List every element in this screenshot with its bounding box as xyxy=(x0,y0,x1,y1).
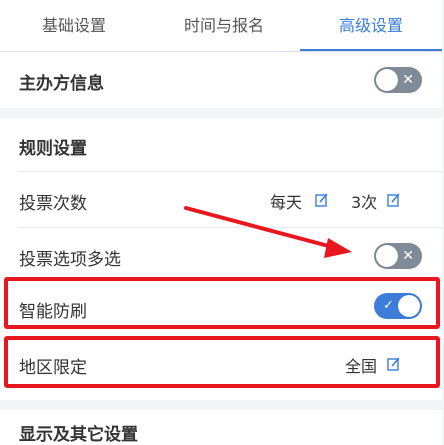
vote-times-value[interactable]: 3次 xyxy=(351,189,377,213)
close-icon: ✕ xyxy=(402,72,414,88)
organizer-info-toggle[interactable]: ✕ xyxy=(374,67,422,93)
rules-section-title: 规则设置 xyxy=(19,139,87,159)
close-icon: ✕ xyxy=(402,248,414,264)
vote-count-label: 投票次数 xyxy=(19,194,87,214)
region-label: 地区限定 xyxy=(19,358,87,378)
toggle-knob xyxy=(376,245,398,267)
vote-period-value[interactable]: 每天 xyxy=(270,189,302,213)
divider xyxy=(19,171,442,172)
tab-time-and-registration[interactable]: 时间与报名 xyxy=(148,0,300,51)
tab-advanced-settings[interactable]: 高级设置 xyxy=(300,0,442,51)
region-value[interactable]: 全国 xyxy=(345,353,377,377)
active-tab-indicator xyxy=(300,49,442,51)
divider xyxy=(19,227,442,228)
anti-spam-toggle[interactable]: ✓ xyxy=(374,293,422,319)
section-gap xyxy=(0,400,442,410)
organizer-info-label: 主办方信息 xyxy=(19,74,104,94)
toggle-knob xyxy=(376,69,398,91)
toggle-knob xyxy=(398,295,420,317)
edit-icon[interactable] xyxy=(387,193,401,207)
tab-bar: 基础设置 时间与报名 高级设置 xyxy=(0,0,442,52)
edit-icon[interactable] xyxy=(387,357,401,371)
multi-select-label: 投票选项多选 xyxy=(19,250,121,270)
anti-spam-label: 智能防刷 xyxy=(19,302,87,322)
divider xyxy=(19,280,442,281)
edit-icon[interactable] xyxy=(315,193,329,207)
display-section-title: 显示及其它设置 xyxy=(19,425,138,445)
divider xyxy=(19,339,442,340)
multi-select-toggle[interactable]: ✕ xyxy=(374,243,422,269)
rules-section: 规则设置 投票次数 每天 3次 投票选项多选 ✕ 智能防刷 ✓ 地区限定 全国 xyxy=(0,118,442,400)
section-gap xyxy=(0,108,442,118)
display-section: 显示及其它设置 xyxy=(0,410,442,445)
check-icon: ✓ xyxy=(383,298,394,313)
advanced-settings-panel: 基础设置 时间与报名 高级设置 主办方信息 ✕ 规则设置 投票次数 每天 3次 … xyxy=(0,0,442,445)
tab-basic-settings[interactable]: 基础设置 xyxy=(0,0,148,51)
organizer-info-row: 主办方信息 ✕ xyxy=(0,52,442,108)
